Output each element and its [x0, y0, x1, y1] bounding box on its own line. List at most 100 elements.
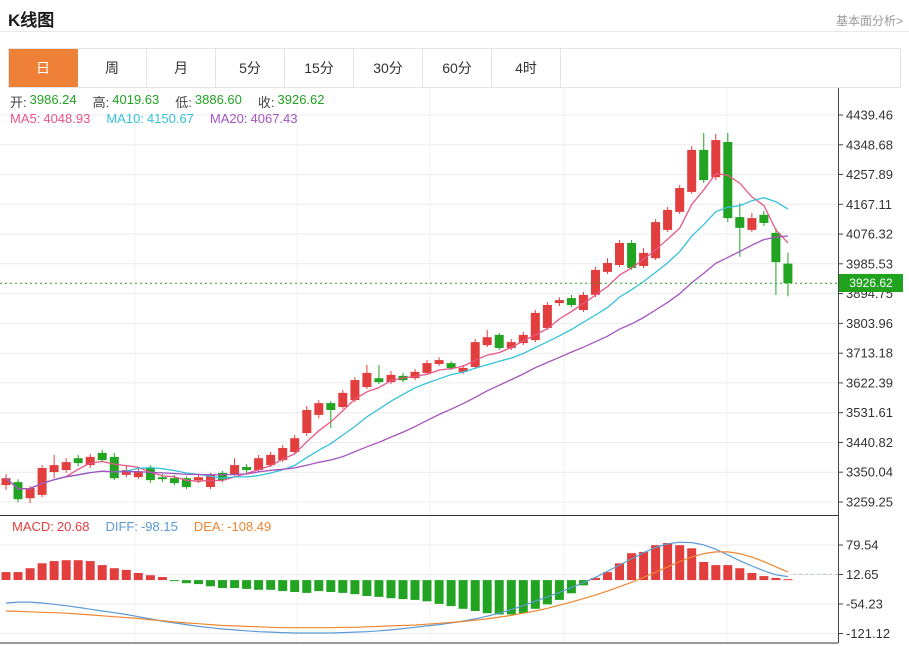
candle-body [495, 335, 504, 348]
macd-bar [543, 580, 552, 604]
candle-body [98, 453, 107, 460]
candle-body [26, 488, 35, 498]
candle-body [435, 360, 444, 364]
y-axis-label: 3350.04 [846, 465, 893, 480]
macd-info-bar: MACD:20.68 DIFF:-98.15 DEA:-108.49 [12, 519, 271, 534]
y-axis-label: 3622.39 [846, 375, 893, 390]
macd-bar [759, 576, 768, 580]
macd-bar [326, 580, 335, 592]
current-price-badge: 3926.62 [839, 274, 903, 292]
macd-bar [230, 580, 239, 588]
macd-bar [266, 580, 275, 590]
y-axis-label: 3803.96 [846, 316, 893, 331]
candle-body [362, 373, 371, 387]
low-value: 低:3886.60 [175, 92, 242, 111]
macd-bar [483, 580, 492, 613]
macd-bar [218, 580, 227, 588]
macd-bar [687, 548, 696, 580]
macd-bar [783, 579, 792, 580]
candle-body [158, 477, 167, 479]
dea-value: DEA:-108.49 [194, 519, 271, 534]
tab-period-2[interactable]: 月 [147, 49, 216, 87]
main-candlestick-chart[interactable]: 4439.464348.684257.894167.114076.323985.… [0, 88, 909, 515]
candle-body [699, 150, 708, 180]
macd-bar [531, 580, 540, 609]
candle-body [663, 210, 672, 230]
candle-body [675, 188, 684, 212]
macd-bar [50, 561, 59, 580]
macd-bar [14, 572, 23, 580]
ma5-value: MA5:4048.93 [10, 111, 90, 126]
macd-bar [447, 580, 456, 606]
candle-body [567, 298, 576, 305]
candle-body [194, 477, 203, 480]
tab-period-4[interactable]: 15分 [285, 49, 354, 87]
candle-body [170, 478, 179, 483]
candle-body [146, 468, 155, 480]
macd-bar [338, 580, 347, 593]
title-divider [0, 31, 909, 32]
candle-body [302, 410, 311, 433]
macd-bar [62, 560, 71, 580]
candle-body [50, 465, 59, 472]
candle-body [326, 403, 335, 410]
macd-bar [435, 580, 444, 604]
ma20-value: MA20:4067.43 [210, 111, 298, 126]
kline-page: K线图 基本面分析> 日周月5分15分30分60分4时 4439.46 4348.… [0, 0, 909, 646]
macd-bar [290, 580, 299, 592]
tab-period-7[interactable]: 4时 [492, 49, 561, 87]
tab-period-0[interactable]: 日 [9, 49, 78, 87]
macd-bar [2, 572, 11, 580]
candle-body [447, 363, 456, 368]
fundamental-analysis-link[interactable]: 基本面分析> [836, 12, 903, 29]
macd-bar [98, 565, 107, 580]
candle-body [543, 305, 552, 328]
ma10-line [6, 198, 788, 489]
candle-body [230, 465, 239, 475]
candle-body [747, 218, 756, 230]
macd-bar [711, 565, 720, 580]
macd-indicator-chart[interactable]: 79.5412.65-54.23-121.12 [0, 515, 909, 646]
y-axis-label: 4348.68 [846, 137, 893, 152]
candle-body [14, 482, 23, 499]
tab-period-6[interactable]: 60分 [423, 49, 492, 87]
macd-bar [38, 563, 47, 580]
ma10-value: MA10:4150.67 [106, 111, 194, 126]
macd-bar [699, 562, 708, 580]
macd-bar [158, 577, 167, 580]
y-axis-label: 4439.46 [846, 108, 893, 123]
macd-bar [387, 580, 396, 598]
tab-period-5[interactable]: 30分 [354, 49, 423, 87]
macd-bar [74, 560, 83, 580]
macd-bar [723, 565, 732, 580]
macd-bar [495, 580, 504, 614]
macd-bar [194, 580, 203, 584]
macd-bar [615, 563, 624, 580]
macd-bar [314, 580, 323, 591]
candle-body [338, 393, 347, 407]
candle-body [687, 150, 696, 192]
candle-body [759, 215, 768, 223]
macd-bar [26, 568, 35, 580]
candle-body [483, 337, 492, 345]
candle-body [314, 403, 323, 415]
diff-value: DIFF:-98.15 [105, 519, 177, 534]
open-value: 开:3986.24 [10, 92, 77, 111]
y-axis-label: 3985.53 [846, 256, 893, 271]
macd-value: MACD:20.68 [12, 519, 89, 534]
y-axis-label: 12.65 [846, 567, 879, 582]
page-title: K线图 [8, 6, 54, 31]
y-axis-label: 79.54 [846, 538, 879, 553]
y-axis-label: 3531.61 [846, 405, 893, 420]
tab-period-3[interactable]: 5分 [216, 49, 285, 87]
ma-info-bar: MA5:4048.93 MA10:4150.67 MA20:4067.43 [10, 111, 298, 126]
macd-bar [182, 580, 191, 583]
macd-bar [423, 580, 432, 601]
y-axis-label: -121.12 [846, 626, 890, 641]
macd-bar [254, 580, 263, 590]
macd-bar [519, 580, 528, 613]
macd-bar [302, 580, 311, 593]
high-value: 高:4019.63 [93, 92, 160, 111]
candle-body [110, 457, 119, 478]
tab-period-1[interactable]: 周 [78, 49, 147, 87]
